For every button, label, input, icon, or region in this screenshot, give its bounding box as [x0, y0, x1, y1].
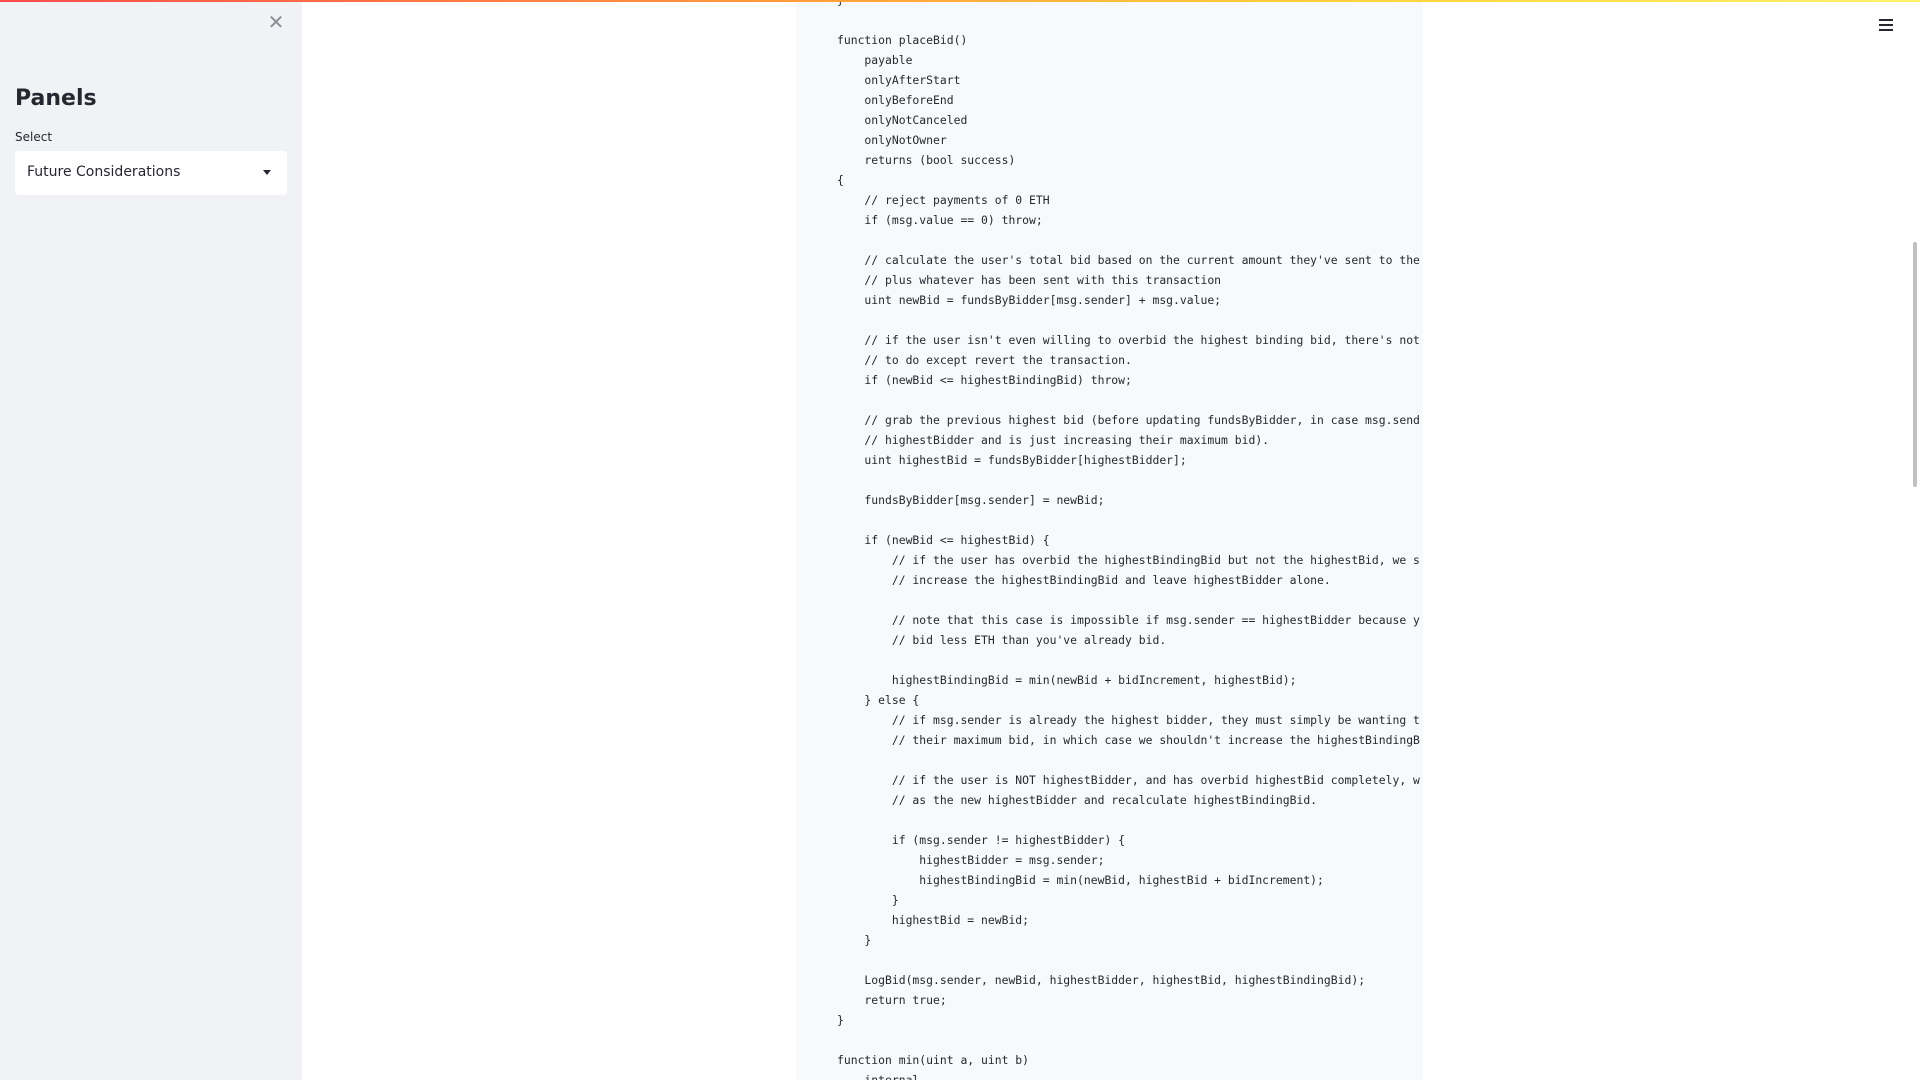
close-icon[interactable]: ✕ — [266, 12, 286, 32]
code-line: highestBidder = msg.sender; — [837, 853, 1105, 867]
code-line: // increase the highestBindingBid and le… — [837, 573, 1331, 587]
code-line: internal — [837, 1073, 920, 1080]
code-line: // if the user is NOT highestBidder, and… — [837, 773, 1420, 787]
code-line: onlyNotOwner — [837, 133, 947, 147]
code-line: } — [837, 893, 899, 907]
code-line: // note that this case is impossible if … — [837, 613, 1420, 627]
code-line: // if the user isn't even willing to ove… — [837, 333, 1420, 347]
sidebar: ✕ Panels Select Future Considerations — [0, 0, 302, 1080]
code-line: fundsByBidder[msg.sender] = newBid; — [837, 493, 1105, 507]
code-line: // plus whatever has been sent with this… — [837, 273, 1222, 287]
code-line: uint newBid = fundsByBidder[msg.sender] … — [837, 293, 1222, 307]
code-line: if (newBid <= highestBindingBid) throw; — [837, 373, 1132, 387]
code-line: // grab the previous highest bid (before… — [837, 413, 1420, 427]
code-lines: } function placeBid() payable onlyAfterSt… — [837, 0, 1420, 1080]
code-line: // as the new highestBidder and recalcul… — [837, 793, 1318, 807]
select-value: Future Considerations — [27, 164, 181, 180]
code-line: // their maximum bid, in which case we s… — [837, 733, 1420, 747]
code-line: onlyAfterStart — [837, 73, 961, 87]
code-line: highestBindingBid = min(newBid, highestB… — [837, 873, 1324, 887]
panel-select[interactable]: Future Considerations — [15, 151, 287, 195]
code-line: onlyBeforeEnd — [837, 93, 954, 107]
code-line: // if msg.sender is already the highest … — [837, 713, 1420, 727]
select-label: Select — [15, 130, 53, 144]
code-line: onlyNotCanceled — [837, 113, 968, 127]
code-line: } — [837, 1013, 844, 1027]
code-line: function min(uint a, uint b) — [837, 1053, 1030, 1067]
hamburger-menu-icon[interactable] — [1879, 19, 1894, 32]
code-line: } else { — [837, 693, 920, 707]
code-line: if (newBid <= highestBid) { — [837, 533, 1050, 547]
code-line: // if the user has overbid the highestBi… — [837, 553, 1420, 567]
code-line: // to do except revert the transaction. — [837, 353, 1132, 367]
code-line: LogBid(msg.sender, newBid, highestBidder… — [837, 973, 1366, 987]
code-line: returns (bool success) — [837, 153, 1016, 167]
scrollbar-thumb[interactable] — [1913, 242, 1917, 487]
code-line: // calculate the user's total bid based … — [837, 253, 1420, 267]
code-line: // reject payments of 0 ETH — [837, 193, 1050, 207]
page-scrollbar[interactable] — [1910, 0, 1920, 1080]
code-line: highestBindingBid = min(newBid + bidIncr… — [837, 673, 1297, 687]
code-line: { — [837, 173, 844, 187]
code-line: // highestBidder and is just increasing … — [837, 433, 1270, 447]
code-block: } function placeBid() payable onlyAfterSt… — [796, 0, 1423, 1080]
code-line: if (msg.value == 0) throw; — [837, 213, 1043, 227]
code-line: } — [837, 933, 872, 947]
code-line: highestBid = newBid; — [837, 913, 1030, 927]
code-line: return true; — [837, 993, 947, 1007]
code-line: payable — [837, 53, 913, 67]
code-line: uint highestBid = fundsByBidder[highestB… — [837, 453, 1187, 467]
chevron-down-icon — [263, 170, 271, 175]
code-line: if (msg.sender != highestBidder) { — [837, 833, 1126, 847]
code-line: function placeBid() — [837, 33, 968, 47]
top-decoration-bar — [0, 0, 1920, 2]
sidebar-title: Panels — [15, 86, 97, 111]
code-line: // bid less ETH than you've already bid. — [837, 633, 1167, 647]
